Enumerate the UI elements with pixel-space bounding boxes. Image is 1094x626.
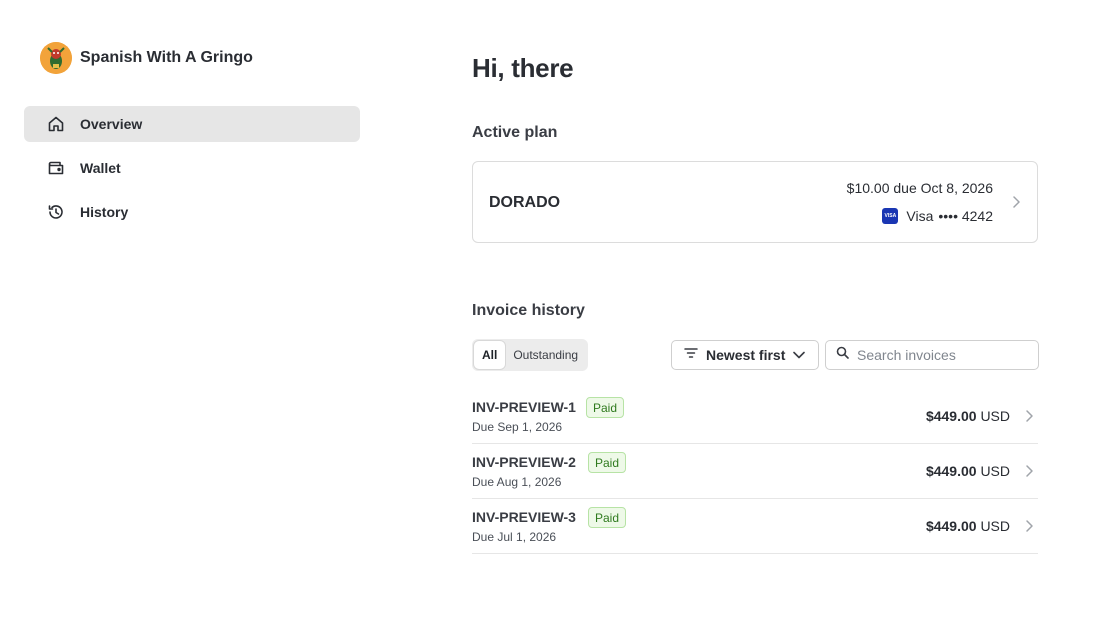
active-plan-heading: Active plan xyxy=(472,124,558,141)
sort-label: Newest first xyxy=(706,347,786,363)
sidebar-item-overview[interactable]: Overview xyxy=(24,106,360,142)
invoice-amount: $449.00 USD xyxy=(925,518,1010,534)
card-brand: Visa xyxy=(906,208,934,224)
tab-outstanding[interactable]: Outstanding xyxy=(505,341,586,369)
invoice-row[interactable]: INV-PREVIEW-2 Paid Due Aug 1, 2026 $449.… xyxy=(472,444,1038,499)
plan-name: DORADO xyxy=(489,194,561,211)
invoice-row[interactable]: INV-PREVIEW-1 Paid Due Sep 1, 2026 $449.… xyxy=(472,389,1038,444)
invoice-filter-tabs: All Outstanding xyxy=(472,339,589,371)
invoice-row[interactable]: INV-PREVIEW-3 Paid Due Jul 1, 2026 $449.… xyxy=(472,499,1038,554)
card-mask: •••• 4242 xyxy=(938,208,993,224)
invoice-id: INV-PREVIEW-2 xyxy=(472,454,576,470)
sidebar-nav: Overview Wallet History xyxy=(24,106,360,238)
status-badge: Paid xyxy=(588,452,627,473)
invoice-due-date: Due Jul 1, 2026 xyxy=(472,530,557,544)
history-icon xyxy=(46,202,66,222)
sidebar-item-history[interactable]: History xyxy=(24,194,360,230)
invoice-due-date: Due Sep 1, 2026 xyxy=(472,420,563,434)
chevron-right-icon xyxy=(1024,518,1034,539)
brand: Spanish With A Gringo xyxy=(40,42,253,74)
search-field xyxy=(825,340,1039,370)
chevron-right-icon xyxy=(1024,463,1034,484)
chevron-right-icon xyxy=(1011,194,1021,215)
tab-all[interactable]: All xyxy=(474,341,506,369)
status-badge: Paid xyxy=(588,507,627,528)
brand-logo-icon xyxy=(40,42,72,74)
active-plan-card[interactable]: DORADO $10.00 due Oct 8, 2026 VISA Visa … xyxy=(472,161,1038,243)
chevron-down-icon xyxy=(793,346,806,364)
brand-name: Spanish With A Gringo xyxy=(80,49,253,66)
sidebar-item-wallet[interactable]: Wallet xyxy=(24,150,360,186)
invoice-id: INV-PREVIEW-3 xyxy=(472,509,576,525)
invoice-history-heading: Invoice history xyxy=(472,302,585,319)
search-input[interactable] xyxy=(857,347,1027,363)
sidebar-item-label: History xyxy=(80,204,129,220)
invoice-id: INV-PREVIEW-1 xyxy=(472,399,576,415)
sidebar-item-label: Overview xyxy=(80,116,143,132)
invoice-amount: $449.00 USD xyxy=(925,408,1010,424)
payment-method: VISA Visa •••• 4242 xyxy=(882,208,993,224)
search-icon xyxy=(836,346,849,364)
invoice-list: INV-PREVIEW-1 Paid Due Sep 1, 2026 $449.… xyxy=(472,389,1038,554)
sidebar-item-label: Wallet xyxy=(80,160,121,176)
visa-card-icon: VISA xyxy=(882,208,899,224)
sort-dropdown[interactable]: Newest first xyxy=(671,340,819,370)
home-icon xyxy=(46,114,66,134)
status-badge: Paid xyxy=(586,397,625,418)
page-title: Hi, there xyxy=(472,53,574,83)
invoice-due-date: Due Aug 1, 2026 xyxy=(472,475,562,489)
invoice-amount: $449.00 USD xyxy=(925,463,1010,479)
filter-lines-icon xyxy=(684,346,698,364)
chevron-right-icon xyxy=(1024,408,1034,429)
wallet-icon xyxy=(46,158,66,178)
plan-due-text: $10.00 due Oct 8, 2026 xyxy=(846,180,993,196)
